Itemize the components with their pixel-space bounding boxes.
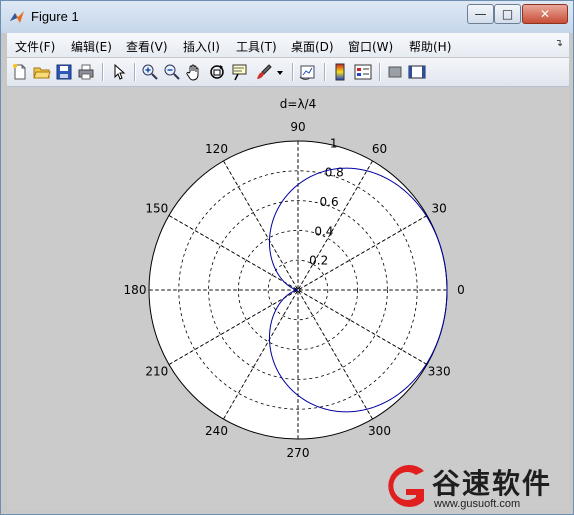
radial-tick-label: 0.4	[314, 224, 333, 238]
link-plot-icon[interactable]	[299, 63, 317, 81]
radial-tick-label: 1	[330, 136, 338, 150]
radial-tick-label: 0.8	[325, 166, 344, 180]
angle-tick-label: 240	[205, 424, 228, 438]
angle-tick-label: 30	[432, 202, 447, 216]
toolbar-separator	[102, 63, 104, 81]
matlab-logo-icon	[10, 11, 24, 23]
menu-dock-arrow-icon[interactable]: ↴	[555, 38, 563, 49]
radial-tick-label: 0.2	[309, 254, 328, 268]
save-icon[interactable]	[55, 63, 73, 81]
watermark-text: 谷速软件	[432, 467, 553, 500]
toolbar-separator	[292, 63, 294, 81]
menu-view[interactable]: 查看(V)	[126, 38, 168, 55]
menu-window[interactable]: 窗口(W)	[348, 38, 393, 55]
angle-tick-label: 0	[457, 283, 465, 297]
angle-tick-label: 210	[145, 365, 168, 379]
maximize-button[interactable]: □	[494, 4, 521, 24]
rotate-3d-icon[interactable]	[208, 63, 226, 81]
minimize-icon: —	[474, 7, 487, 21]
brush-icon[interactable]	[255, 63, 273, 81]
plot-title: d=λ/4	[280, 97, 316, 111]
figure-toolbar	[7, 58, 569, 87]
toolbar-separator	[134, 63, 136, 81]
polar-plot[interactable]: d=λ/4 0.2 0.4 0.6 0.8 1 0 30 60 90 120 150 180 210 24…	[6, 86, 568, 509]
menu-file[interactable]: 文件(F)	[15, 38, 55, 55]
angle-tick-label: 60	[372, 142, 387, 156]
menu-tools[interactable]: 工具(T)	[236, 38, 277, 55]
angle-tick-label: 180	[124, 283, 147, 297]
toolbar-separator	[324, 63, 326, 81]
angle-tick-label: 300	[368, 424, 391, 438]
print-icon[interactable]	[77, 63, 95, 81]
angle-tick-label: 120	[205, 142, 228, 156]
hide-plot-tools-icon[interactable]	[386, 63, 404, 81]
window-title: Figure 1	[31, 9, 79, 24]
new-figure-icon[interactable]	[11, 63, 29, 81]
colorbar-icon[interactable]	[331, 63, 349, 81]
menu-insert[interactable]: 插入(I)	[183, 38, 220, 55]
zoom-in-icon[interactable]	[141, 63, 159, 81]
toolbar-separator	[379, 63, 381, 81]
watermark-url: www.gusuoft.com	[434, 498, 521, 510]
pan-hand-icon[interactable]	[185, 63, 203, 81]
minimize-button[interactable]: —	[467, 4, 494, 24]
menu-edit[interactable]: 编辑(E)	[71, 38, 112, 55]
watermark-logo	[388, 465, 424, 507]
legend-icon[interactable]	[354, 63, 372, 81]
angle-tick-label: 270	[287, 446, 310, 460]
maximize-icon: □	[501, 7, 514, 21]
menu-help[interactable]: 帮助(H)	[409, 38, 451, 55]
show-plot-tools-icon[interactable]	[408, 63, 426, 81]
title-bar[interactable]: Figure 1 — □ ✕	[1, 1, 573, 33]
angle-tick-label: 90	[290, 120, 305, 134]
brush-dropdown-icon[interactable]	[275, 63, 285, 81]
edit-plot-arrow-icon[interactable]	[110, 63, 128, 81]
zoom-out-icon[interactable]	[163, 63, 181, 81]
menu-desktop[interactable]: 桌面(D)	[291, 38, 334, 55]
radial-tick-label: 0.6	[320, 195, 339, 209]
close-button[interactable]: ✕	[522, 4, 568, 24]
angle-tick-label: 150	[145, 202, 168, 216]
data-cursor-icon[interactable]	[231, 63, 249, 81]
angle-tick-label: 330	[428, 365, 451, 379]
menu-bar: 文件(F) 编辑(E) 查看(V) 插入(I) 工具(T) 桌面(D) 窗口(W…	[7, 33, 569, 57]
open-file-icon[interactable]	[33, 63, 51, 81]
close-icon: ✕	[539, 7, 551, 21]
